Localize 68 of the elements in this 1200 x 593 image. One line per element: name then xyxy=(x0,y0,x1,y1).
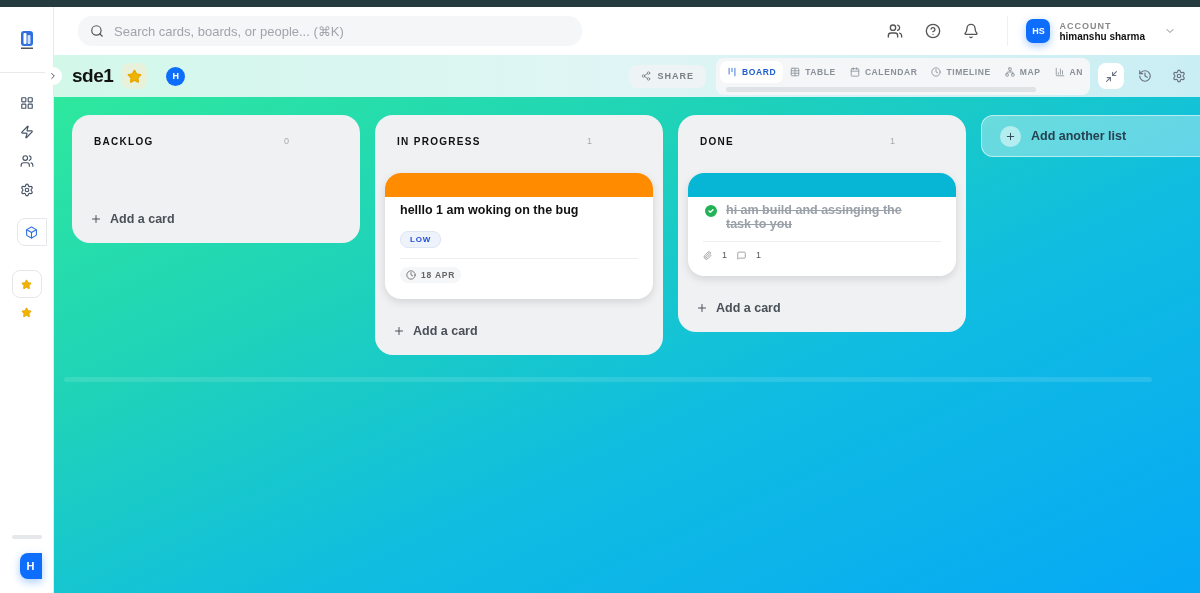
list-title: BACKLOG xyxy=(94,135,155,147)
table-icon xyxy=(790,66,801,77)
account-name[interactable]: himanshu sharma xyxy=(1059,30,1145,42)
minimize-button[interactable] xyxy=(1098,63,1124,89)
history-icon[interactable] xyxy=(1138,69,1152,83)
card-count: 0 xyxy=(284,136,289,146)
star-button[interactable] xyxy=(121,63,148,89)
due-date: 18 APR xyxy=(400,267,462,283)
priority-tag: LOW xyxy=(400,231,442,248)
view-tab[interactable]: TIMELINE xyxy=(924,60,998,83)
share-icon xyxy=(641,71,652,81)
board-title: sde1 xyxy=(72,65,114,87)
member-avatar[interactable]: H xyxy=(166,66,186,86)
users-icon[interactable] xyxy=(19,154,34,168)
lightning-icon[interactable] xyxy=(19,125,34,139)
plus-icon xyxy=(393,325,405,337)
add-card-button[interactable]: Add a card xyxy=(688,298,956,318)
logo-icon[interactable] xyxy=(19,29,34,50)
comment-icon xyxy=(737,250,746,260)
card-count: 1 xyxy=(587,136,592,146)
view-tab[interactable]: BOARD xyxy=(720,60,784,83)
users-icon[interactable] xyxy=(887,23,904,39)
view-tab[interactable]: MAP xyxy=(997,60,1048,83)
card-title: helllo 1 am woking on the bug xyxy=(400,203,580,217)
card-count: 1 xyxy=(890,136,895,146)
grid-icon[interactable] xyxy=(19,96,34,110)
account-avatar[interactable]: HS xyxy=(1026,19,1051,43)
clock-icon xyxy=(931,66,942,77)
minimize-icon xyxy=(1104,69,1118,83)
star-icon xyxy=(126,68,142,84)
attachment-count: 1 xyxy=(722,250,727,260)
settings-icon[interactable] xyxy=(1172,69,1186,83)
cube-button[interactable] xyxy=(16,218,47,246)
plus-icon xyxy=(1000,125,1021,147)
plus-icon xyxy=(696,302,708,314)
add-card-button[interactable]: Add a card xyxy=(82,209,350,229)
add-card-button[interactable]: Add a card xyxy=(385,321,653,341)
calendar-icon xyxy=(849,66,860,77)
list-title: IN PROGRESS xyxy=(397,135,482,147)
star-icon[interactable] xyxy=(21,307,32,318)
chevron-right-icon xyxy=(48,71,58,81)
star-icon xyxy=(21,278,32,290)
help-icon[interactable] xyxy=(925,23,942,39)
plus-icon xyxy=(90,213,102,225)
view-tab[interactable]: TABLE xyxy=(783,60,843,83)
columns-icon xyxy=(727,66,737,77)
list-title: DONE xyxy=(700,135,736,147)
search-icon xyxy=(90,24,104,38)
cube-icon xyxy=(25,225,38,239)
check-icon xyxy=(703,203,719,219)
add-list-button[interactable]: Add another list xyxy=(981,115,1200,157)
card-title: hi am build and assinging the task to you xyxy=(726,203,903,231)
paperclip-icon xyxy=(703,250,712,260)
account-label: ACCOUNT xyxy=(1059,20,1113,31)
search-field[interactable]: Search cards, boards, or people... (⌘K) xyxy=(78,16,582,46)
network-icon xyxy=(1004,66,1015,77)
share-button[interactable]: SHARE xyxy=(629,64,706,88)
star-button[interactable] xyxy=(11,270,42,298)
settings-icon[interactable] xyxy=(19,183,34,197)
view-tab[interactable]: AN xyxy=(1047,60,1090,83)
task-card[interactable]: hi am build and assinging the task to you 1 1 xyxy=(688,173,956,276)
view-tab[interactable]: CALENDAR xyxy=(842,60,925,83)
clock-icon xyxy=(406,270,416,280)
user-avatar[interactable]: H xyxy=(19,553,42,579)
task-card[interactable]: helllo 1 am woking on the bug LOW 18 APR xyxy=(385,173,653,299)
bar-chart-icon xyxy=(1054,66,1065,77)
bell-icon[interactable] xyxy=(963,23,980,39)
comment-count: 1 xyxy=(756,250,762,260)
